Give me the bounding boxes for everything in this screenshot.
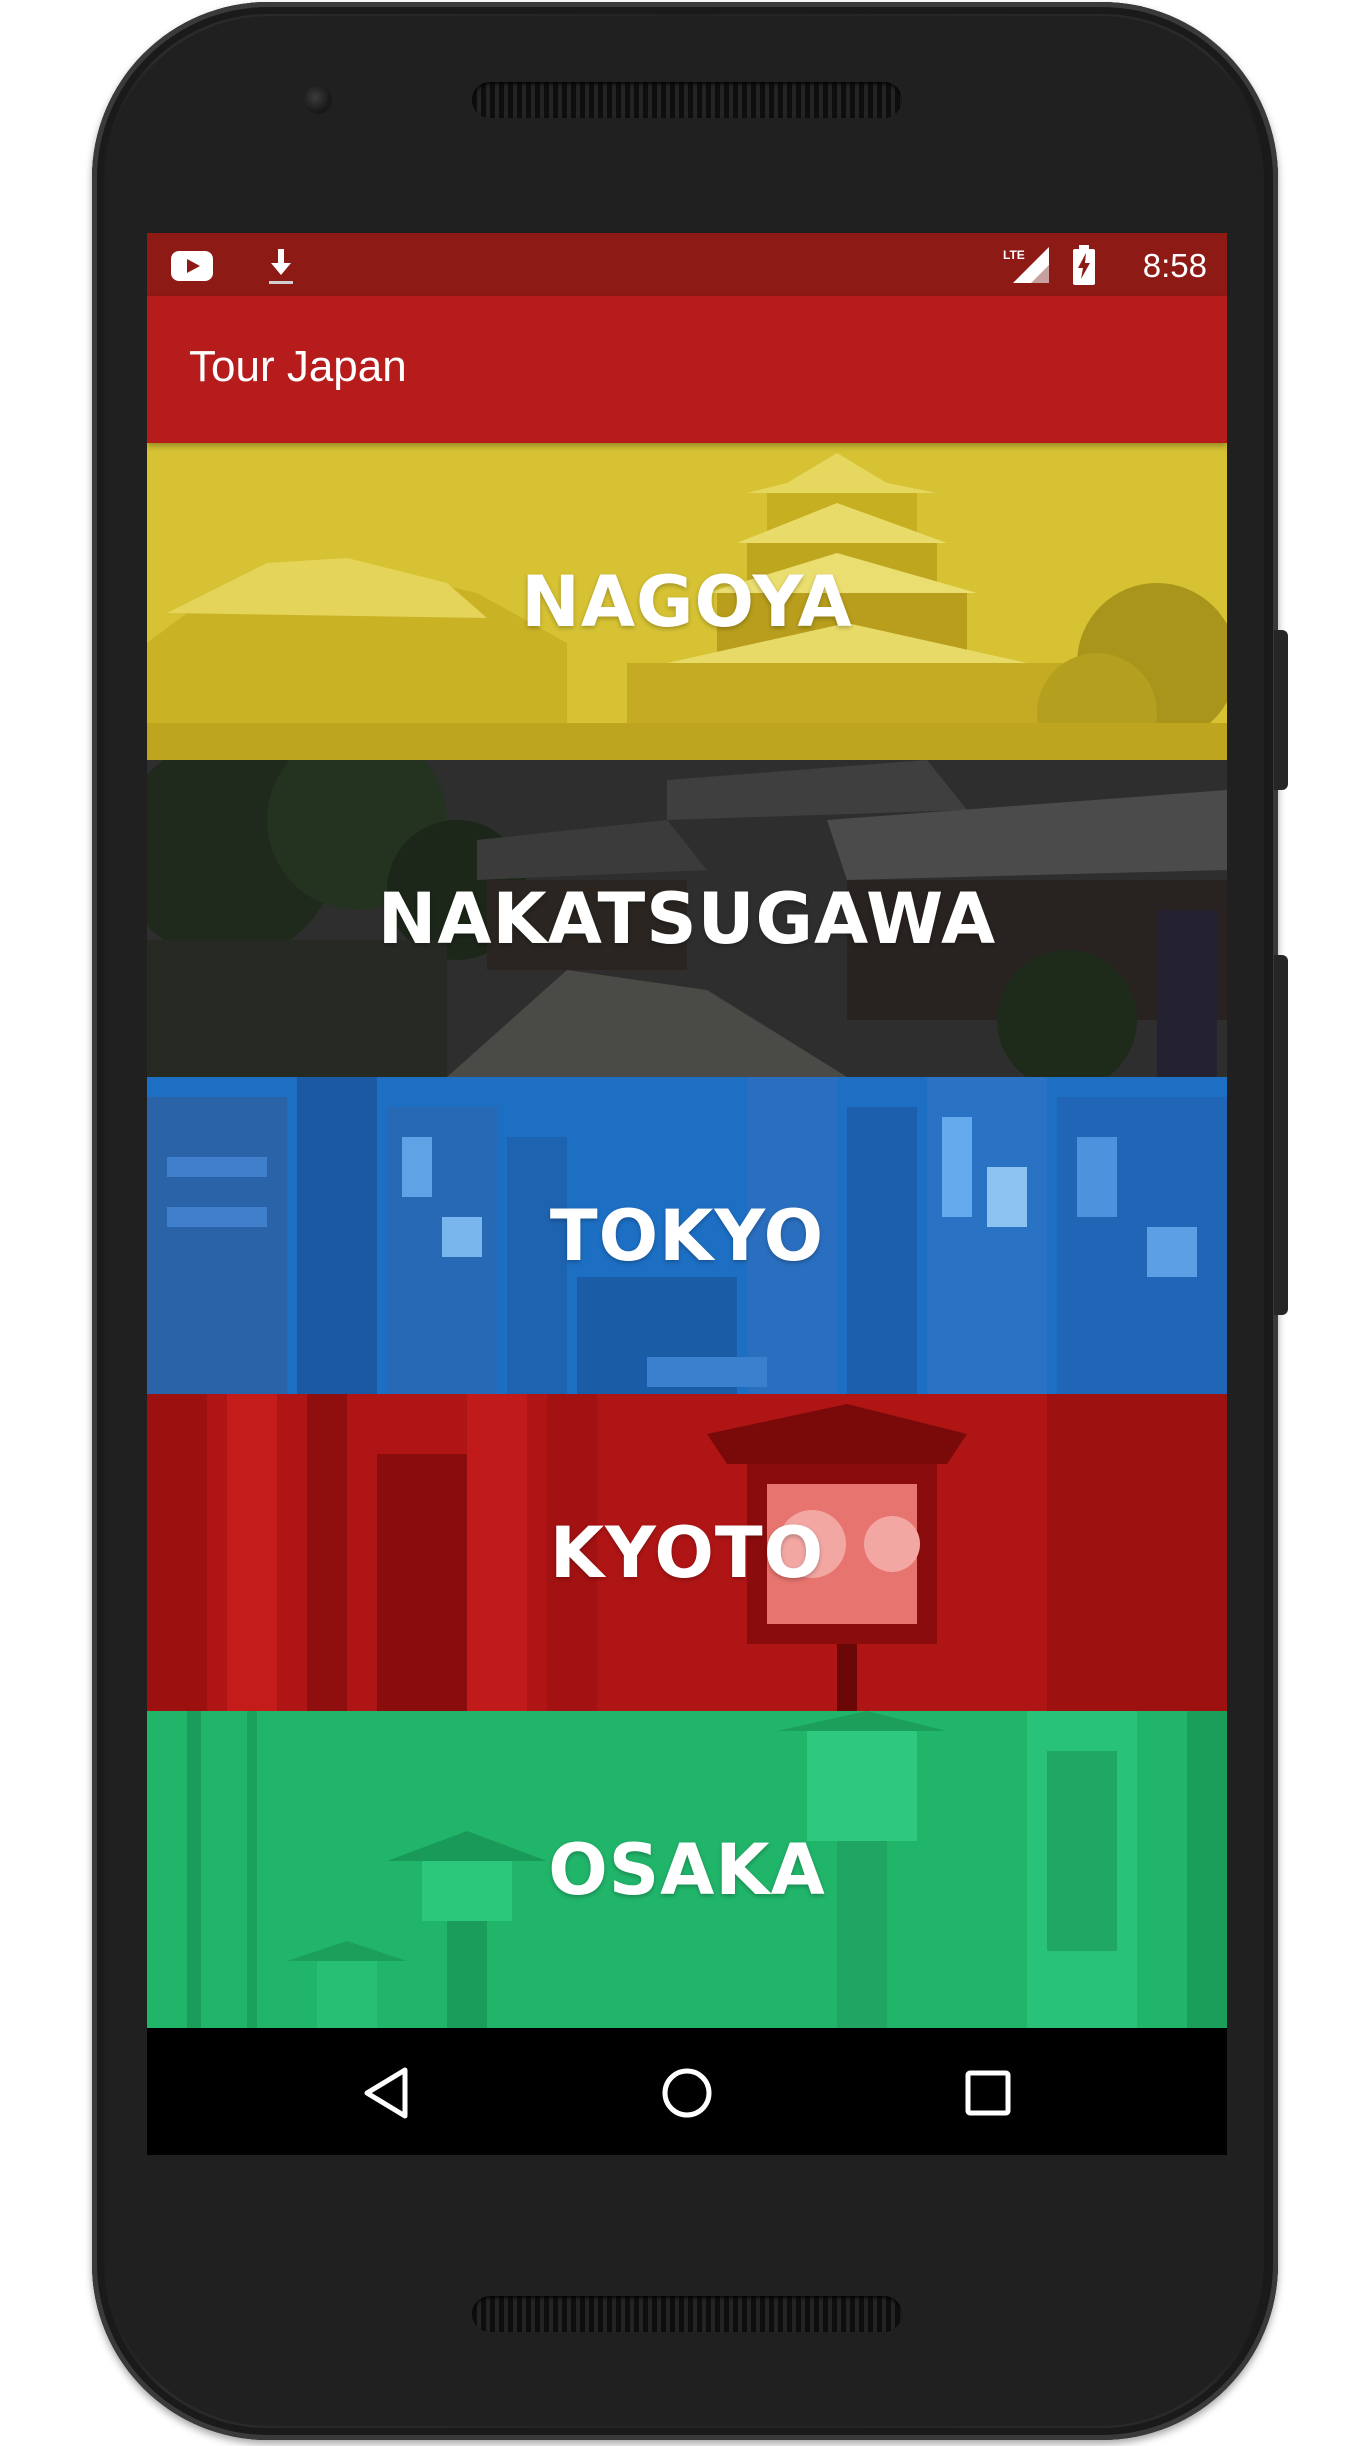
power-button <box>1274 630 1288 790</box>
city-name: OSAKA <box>548 1828 826 1911</box>
top-speaker <box>472 82 902 118</box>
home-icon <box>662 2068 712 2118</box>
city-name: TOKYO <box>549 1194 825 1277</box>
app-title: Tour Japan <box>189 342 407 391</box>
city-list: NAGOYA NAKATSUGAWA TOKYO KYOTO OSAKA <box>147 443 1227 2028</box>
back-button[interactable] <box>351 2058 421 2128</box>
youtube-icon <box>171 251 213 281</box>
lte-signal-icon: LTE <box>1003 247 1049 283</box>
city-name: NAKATSUGAWA <box>377 877 997 960</box>
volume-button <box>1274 955 1288 1315</box>
download-icon <box>269 249 293 284</box>
battery-charging-icon <box>1073 245 1095 285</box>
city-card-nakatsugawa[interactable]: NAKATSUGAWA <box>147 760 1227 1077</box>
bottom-speaker <box>472 2296 902 2332</box>
city-name: KYOTO <box>549 1511 825 1594</box>
city-card-nagoya[interactable]: NAGOYA <box>147 443 1227 760</box>
screen: LTE 8:58 Tour Japan NAGOYA NAKATSUGAWA T… <box>147 233 1227 2155</box>
front-camera <box>304 86 332 114</box>
city-card-osaka[interactable]: OSAKA <box>147 1711 1227 2028</box>
network-label: LTE <box>1003 248 1025 262</box>
city-card-tokyo[interactable]: TOKYO <box>147 1077 1227 1394</box>
app-bar: Tour Japan <box>147 296 1227 443</box>
recents-button[interactable] <box>953 2058 1023 2128</box>
city-name: NAGOYA <box>521 560 853 643</box>
status-clock: 8:58 <box>1142 247 1207 284</box>
home-button[interactable] <box>652 2058 722 2128</box>
status-bar: LTE 8:58 <box>147 233 1227 296</box>
recents-icon <box>965 2070 1011 2116</box>
navigation-bar <box>147 2028 1227 2155</box>
back-icon <box>364 2067 408 2119</box>
city-card-kyoto[interactable]: KYOTO <box>147 1394 1227 1711</box>
